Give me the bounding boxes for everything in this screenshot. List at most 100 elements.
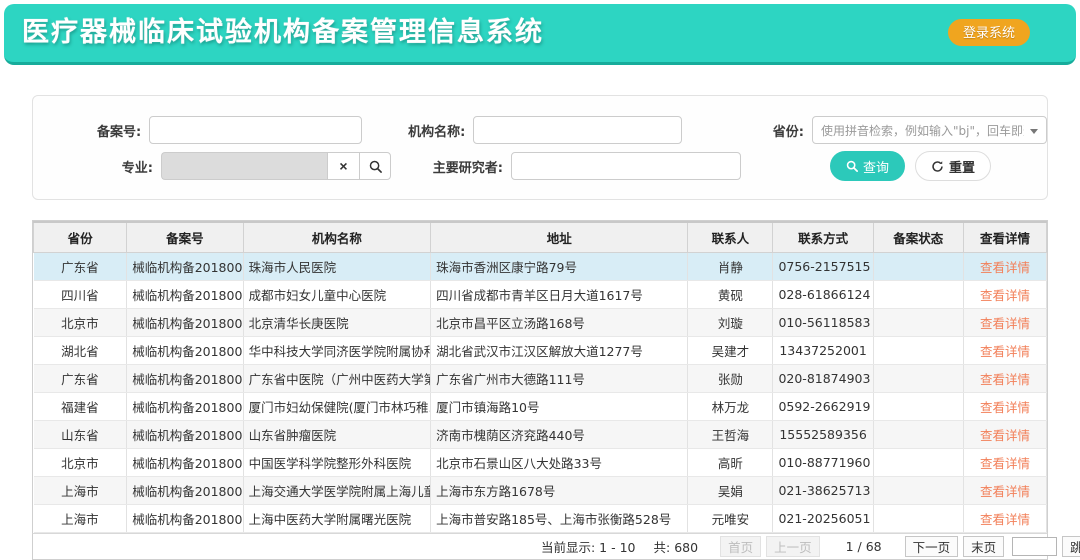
total-count: 共: 680 [654, 537, 699, 556]
cell-filing-no: 械临机构备201800001 [127, 252, 243, 280]
view-detail-link[interactable]: 查看详情 [980, 288, 1030, 303]
cell-contact: 元唯安 [688, 504, 773, 532]
cell-filing-no: 械临机构备201800007 [127, 420, 243, 448]
cell-address: 厦门市镇海路10号 [431, 392, 688, 420]
cell-detail: 查看详情 [963, 308, 1046, 336]
query-button-label: 查询 [863, 157, 889, 176]
cell-province: 上海市 [34, 476, 127, 504]
cell-phone: 010-88771960 [773, 448, 873, 476]
page-indicator: 1 / 68 [846, 539, 882, 554]
specialty-input[interactable] [161, 152, 327, 180]
view-detail-link[interactable]: 查看详情 [980, 260, 1030, 275]
cell-filing-no: 械临机构备201800006 [127, 392, 243, 420]
cell-filing-no: 械临机构备201800009 [127, 476, 243, 504]
cell-phone: 010-56118583 [773, 308, 873, 336]
filing-no-input[interactable] [149, 116, 361, 144]
table-row[interactable]: 山东省 械临机构备201800007 山东省肿瘤医院 济南市槐荫区济兖路440号… [34, 420, 1047, 448]
specialty-group: × [161, 152, 391, 180]
cell-province: 北京市 [34, 308, 127, 336]
cell-detail: 查看详情 [963, 280, 1046, 308]
cell-phone: 13437252001 [773, 336, 873, 364]
next-page-button[interactable]: 下一页 [905, 536, 959, 557]
cell-province: 福建省 [34, 392, 127, 420]
view-detail-link[interactable]: 查看详情 [980, 512, 1030, 527]
chevron-down-icon [1030, 129, 1038, 134]
cell-province: 北京市 [34, 448, 127, 476]
view-detail-link[interactable]: 查看详情 [980, 400, 1030, 415]
table-header-row: 省份备案号机构名称地址联系人联系方式备案状态查看详情 [34, 222, 1047, 252]
table-row[interactable]: 湖北省 械临机构备201800004 华中科技大学同济医学院附属协和医院 湖北省… [34, 336, 1047, 364]
column-header: 联系方式 [773, 222, 873, 252]
cell-address: 四川省成都市青羊区日月大道1617号 [431, 280, 688, 308]
app-title: 医疗器械临床试验机构备案管理信息系统 [22, 4, 544, 62]
jump-page-input[interactable] [1012, 537, 1057, 556]
province-select[interactable]: 使用拼音检索，例如输入"bj"，回车即选... [812, 116, 1047, 144]
cell-org-name: 广东省中医院（广州中医药大学第... [243, 364, 430, 392]
cell-phone: 028-61866124 [773, 280, 873, 308]
clear-icon[interactable]: × [327, 152, 359, 180]
cell-contact: 肖静 [688, 252, 773, 280]
column-header: 备案号 [127, 222, 243, 252]
view-detail-link[interactable]: 查看详情 [980, 316, 1030, 331]
cell-filing-no: 械临机构备201800004 [127, 336, 243, 364]
view-detail-link[interactable]: 查看详情 [980, 344, 1030, 359]
cell-detail: 查看详情 [963, 420, 1046, 448]
cell-address: 上海市普安路185号、上海市张衡路528号 [431, 504, 688, 532]
cell-province: 山东省 [34, 420, 127, 448]
cell-contact: 高昕 [688, 448, 773, 476]
table-body: 广东省 械临机构备201800001 珠海市人民医院 珠海市香洲区康宁路79号 … [34, 252, 1047, 532]
province-placeholder: 使用拼音检索，例如输入"bj"，回车即选... [821, 122, 1024, 139]
filing-no-label: 备案号: [33, 121, 149, 140]
first-page-button[interactable]: 首页 [720, 536, 761, 557]
cell-filing-no: 械临机构备201800005 [127, 364, 243, 392]
cell-org-name: 华中科技大学同济医学院附属协和医院 [243, 336, 430, 364]
table-row[interactable]: 广东省 械临机构备201800005 广东省中医院（广州中医药大学第... 广东… [34, 364, 1047, 392]
reset-button[interactable]: 重置 [915, 151, 991, 181]
login-button[interactable]: 登录系统 [948, 19, 1030, 46]
cell-contact: 林万龙 [688, 392, 773, 420]
view-detail-link[interactable]: 查看详情 [980, 456, 1030, 471]
view-detail-link[interactable]: 查看详情 [980, 484, 1030, 499]
cell-phone: 0756-2157515 [773, 252, 873, 280]
query-button[interactable]: 查询 [830, 151, 905, 181]
table-row[interactable]: 福建省 械临机构备201800006 厦门市妇幼保健院(厦门市林巧稚... 厦门… [34, 392, 1047, 420]
cell-detail: 查看详情 [963, 448, 1046, 476]
cell-address: 珠海市香洲区康宁路79号 [431, 252, 688, 280]
column-header: 查看详情 [963, 222, 1046, 252]
cell-detail: 查看详情 [963, 504, 1046, 532]
column-header: 机构名称 [243, 222, 430, 252]
column-header: 联系人 [688, 222, 773, 252]
table-row[interactable]: 四川省 械临机构备201800002 成都市妇女儿童中心医院 四川省成都市青羊区… [34, 280, 1047, 308]
cell-org-name: 上海交通大学医学院附属上海儿童... [243, 476, 430, 504]
table-row[interactable]: 北京市 械临机构备201800003 北京清华长庚医院 北京市昌平区立汤路168… [34, 308, 1047, 336]
pi-input[interactable] [511, 152, 741, 180]
table-row[interactable]: 上海市 械临机构备201800009 上海交通大学医学院附属上海儿童... 上海… [34, 476, 1047, 504]
cell-province: 湖北省 [34, 336, 127, 364]
cell-phone: 021-38625713 [773, 476, 873, 504]
prev-page-button[interactable]: 上一页 [766, 536, 820, 557]
org-name-label: 机构名称: [390, 121, 474, 140]
table-row[interactable]: 北京市 械临机构备201800008 中国医学科学院整形外科医院 北京市石景山区… [34, 448, 1047, 476]
table-row[interactable]: 上海市 械临机构备201800010 上海中医药大学附属曙光医院 上海市普安路1… [34, 504, 1047, 532]
cell-contact: 张勋 [688, 364, 773, 392]
search-panel: 备案号: 机构名称: 省份: 使用拼音检索，例如输入"bj"，回车即选... 专… [32, 95, 1048, 200]
pagination-bar: 当前显示: 1 - 10 共: 680 首页 上一页 1 / 68 下一页 末页… [32, 533, 1048, 560]
last-page-button[interactable]: 末页 [963, 536, 1004, 557]
cell-address: 北京市石景山区八大处路33号 [431, 448, 688, 476]
view-detail-link[interactable]: 查看详情 [980, 428, 1030, 443]
cell-phone: 021-20256051 [773, 504, 873, 532]
current-display: 当前显示: 1 - 10 [541, 537, 636, 556]
specialty-label: 专业: [33, 157, 161, 176]
org-name-input[interactable] [473, 116, 682, 144]
table-row[interactable]: 广东省 械临机构备201800001 珠海市人民医院 珠海市香洲区康宁路79号 … [34, 252, 1047, 280]
search-icon[interactable] [359, 152, 391, 180]
cell-filing-no: 械临机构备201800008 [127, 448, 243, 476]
cell-phone: 0592-2662919 [773, 392, 873, 420]
cell-status [873, 476, 963, 504]
jump-button[interactable]: 跳转 [1062, 536, 1080, 557]
province-label: 省份: [730, 121, 812, 140]
cell-status [873, 308, 963, 336]
cell-contact: 王哲海 [688, 420, 773, 448]
action-buttons: 查询 重置 [830, 151, 991, 181]
view-detail-link[interactable]: 查看详情 [980, 372, 1030, 387]
